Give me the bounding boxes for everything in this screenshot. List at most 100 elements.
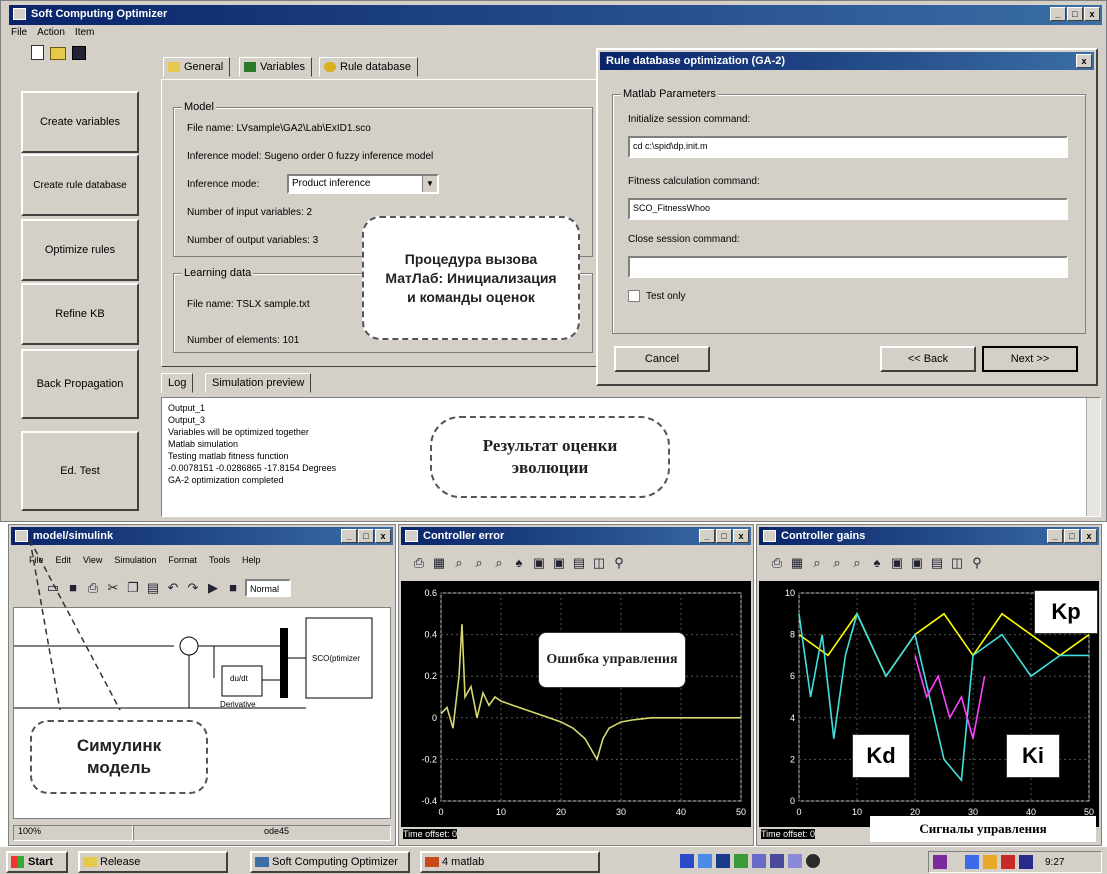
inference-mode-label: Inference mode: (187, 179, 260, 190)
error-titlebar: Controller error _ □ x (401, 527, 751, 545)
zoom-icon[interactable]: ⌕ (451, 555, 467, 571)
save-axes-icon[interactable]: ▣ (531, 555, 547, 571)
zoom-x-icon[interactable]: ⌕ (829, 555, 845, 571)
gains-maximize-button[interactable]: □ (1064, 529, 1080, 543)
main-title: Soft Computing Optimizer (31, 8, 168, 20)
num-output-variables: Number of output variables: 3 (187, 235, 319, 246)
maximize-button[interactable]: □ (1067, 7, 1083, 21)
open-folder-icon[interactable] (50, 47, 66, 60)
tray-icon[interactable] (933, 855, 947, 869)
restore-axes-icon[interactable]: ▣ (551, 555, 567, 571)
kd-label-box: Kd (852, 734, 910, 778)
tray-icon[interactable] (965, 855, 979, 869)
gains-minimize-button[interactable]: _ (1047, 529, 1063, 543)
refine-kb-button[interactable]: Refine KB (21, 283, 139, 345)
dialog-close-button[interactable]: x (1076, 54, 1092, 68)
tray-icon[interactable] (788, 854, 802, 868)
back-propagation-button[interactable]: Back Propagation (21, 349, 139, 419)
tray-icon[interactable] (680, 854, 694, 868)
error-maximize-button[interactable]: □ (716, 529, 732, 543)
restore-axes-icon[interactable]: ▣ (909, 555, 925, 571)
create-variables-button[interactable]: Create variables (21, 91, 139, 153)
start-button[interactable]: Start (6, 851, 68, 873)
floating-scope-icon[interactable]: ▤ (929, 555, 945, 571)
next-button[interactable]: Next >> (982, 346, 1078, 372)
taskbar-item-sco[interactable]: Soft Computing Optimizer (250, 851, 410, 873)
test-only-checkbox-row[interactable]: Test only (628, 290, 685, 302)
y-tick-label: 6 (790, 671, 795, 681)
log-scrollbar[interactable] (1086, 398, 1100, 516)
autoscale-icon[interactable]: ♠ (869, 555, 885, 571)
close-button[interactable]: x (1084, 7, 1100, 21)
cancel-button[interactable]: Cancel (614, 346, 710, 372)
zoom-x-icon[interactable]: ⌕ (471, 555, 487, 571)
x-tick-label: 40 (676, 807, 686, 817)
y-tick-label: -0.2 (421, 754, 437, 764)
gains-titlebar: Controller gains _ □ x (759, 527, 1099, 545)
tray-icon[interactable] (752, 854, 766, 868)
close-session-input[interactable] (628, 256, 1068, 278)
tray-icon[interactable] (770, 854, 784, 868)
rule-optimization-dialog: Rule database optimization (GA-2) x Matl… (596, 48, 1098, 386)
parameters-icon[interactable]: ▦ (789, 555, 805, 571)
tray-icon[interactable] (734, 854, 748, 868)
save-axes-icon[interactable]: ▣ (889, 555, 905, 571)
gains-toolbar: ⎙ ▦ ⌕ ⌕ ⌕ ♠ ▣ ▣ ▤ ◫ ⚲ (769, 555, 989, 571)
y-tick-label: 0.6 (424, 588, 437, 598)
parameters-icon[interactable]: ▦ (431, 555, 447, 571)
dialog-titlebar: Rule database optimization (GA-2) x (600, 52, 1094, 70)
init-session-input[interactable]: cd c:\spid\dp.init.m (628, 136, 1068, 158)
ed-test-button[interactable]: Ed. Test (21, 431, 139, 511)
create-rule-database-button[interactable]: Create rule database (21, 154, 139, 216)
zoom-y-icon[interactable]: ⌕ (849, 555, 865, 571)
tray-icon[interactable] (698, 854, 712, 868)
tray-icon[interactable] (1019, 855, 1033, 869)
fitness-label: Fitness calculation command: (628, 176, 760, 187)
x-tick-label: 0 (796, 807, 801, 817)
tab-variables[interactable]: Variables (239, 57, 313, 77)
window-icon (255, 857, 269, 867)
signal-selection-icon[interactable]: ⚲ (611, 555, 627, 571)
tray-icon[interactable] (983, 855, 997, 869)
save-icon[interactable] (72, 46, 86, 60)
print-icon[interactable]: ⎙ (411, 555, 427, 571)
error-close-button[interactable]: x (733, 529, 749, 543)
tab-simulation-preview[interactable]: Simulation preview (205, 373, 312, 393)
floating-scope-icon[interactable]: ▤ (571, 555, 587, 571)
optimize-rules-button[interactable]: Optimize rules (21, 219, 139, 281)
tray-icon[interactable] (806, 854, 820, 868)
tab-log[interactable]: Log (161, 373, 194, 393)
y-tick-label: -0.4 (421, 796, 437, 806)
learning-group-label: Learning data (182, 267, 254, 279)
tray-icon[interactable] (1001, 855, 1015, 869)
print-icon[interactable]: ⎙ (769, 555, 785, 571)
taskbar-item-matlab[interactable]: 4 matlab (420, 851, 600, 873)
fitness-input[interactable]: SCO_FitnessWhoo (628, 198, 1068, 220)
gains-close-button[interactable]: x (1081, 529, 1097, 543)
lock-icon[interactable]: ◫ (591, 555, 607, 571)
evaluation-result-callout: Результат оценки эволюции (430, 416, 670, 498)
zoom-y-icon[interactable]: ⌕ (491, 555, 507, 571)
y-tick-label: 10 (785, 588, 795, 598)
lock-icon[interactable]: ◫ (949, 555, 965, 571)
tray-icon[interactable] (716, 854, 730, 868)
menu-file[interactable]: File (11, 27, 27, 41)
minimize-button[interactable]: _ (1050, 7, 1066, 21)
main-tabstrip: General Variables Rule database (163, 57, 603, 79)
chevron-down-icon[interactable]: ▼ (422, 176, 437, 192)
inference-mode-select[interactable]: Product inference ▼ (287, 174, 439, 194)
menu-item[interactable]: Item (75, 27, 94, 41)
control-error-callout: Ошибка управления (538, 632, 686, 688)
taskbar-item-release[interactable]: Release (78, 851, 228, 873)
error-minimize-button[interactable]: _ (699, 529, 715, 543)
back-button[interactable]: << Back (880, 346, 976, 372)
tab-general[interactable]: General (163, 57, 231, 77)
autoscale-icon[interactable]: ♠ (511, 555, 527, 571)
signal-selection-icon[interactable]: ⚲ (969, 555, 985, 571)
new-file-icon[interactable] (31, 45, 44, 60)
chart-icon (244, 62, 256, 72)
test-only-checkbox[interactable] (628, 290, 640, 302)
zoom-icon[interactable]: ⌕ (809, 555, 825, 571)
menu-action[interactable]: Action (37, 27, 65, 41)
tab-rule-database[interactable]: Rule database (319, 57, 418, 77)
